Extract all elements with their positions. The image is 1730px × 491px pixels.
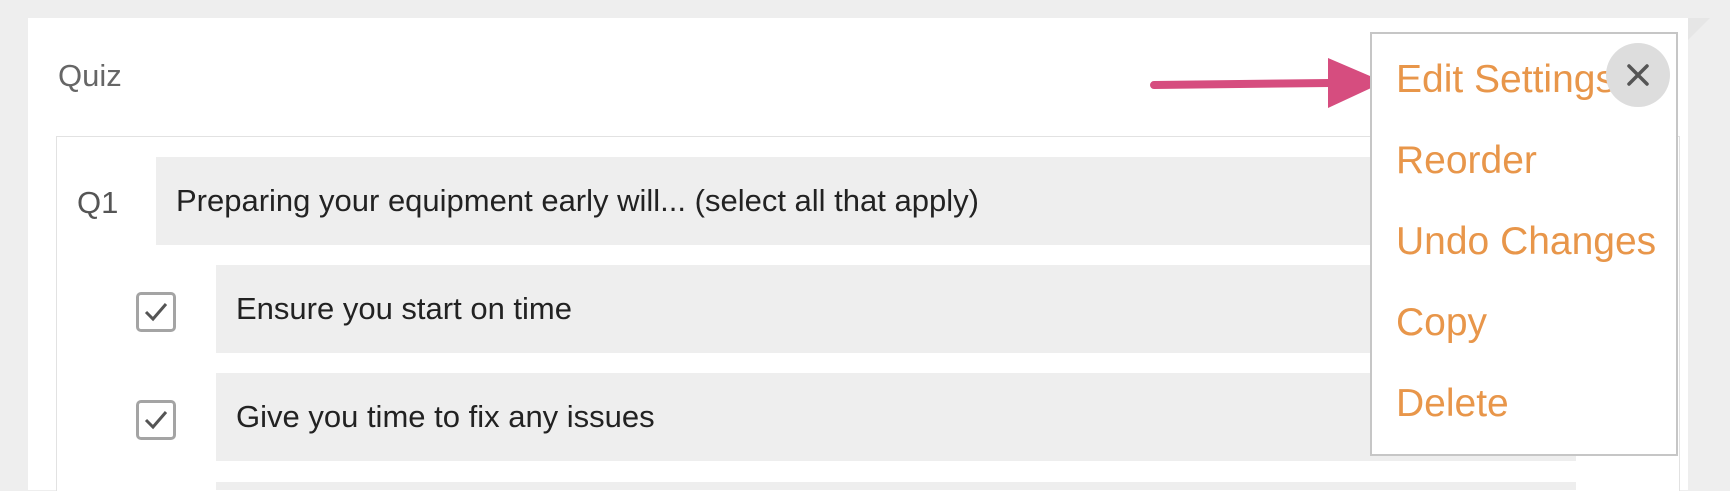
menu-item-reorder[interactable]: Reorder xyxy=(1396,139,1537,183)
quiz-title: Quiz xyxy=(58,58,122,93)
answer-text-field-partial[interactable] xyxy=(216,482,1576,490)
menu-item-undo-changes[interactable]: Undo Changes xyxy=(1396,220,1656,264)
pointer-arrow-icon xyxy=(1150,58,1384,108)
answer-checkbox[interactable] xyxy=(136,292,176,332)
menu-item-edit-settings[interactable]: Edit Settings xyxy=(1396,58,1615,102)
checkmark-icon xyxy=(144,303,168,322)
close-button[interactable] xyxy=(1606,43,1670,107)
menu-item-copy[interactable]: Copy xyxy=(1396,301,1487,345)
close-icon xyxy=(1627,64,1649,86)
answer-checkbox[interactable] xyxy=(136,400,176,440)
card-corner xyxy=(1688,18,1710,40)
menu-item-delete[interactable]: Delete xyxy=(1396,382,1509,426)
question-number: Q1 xyxy=(77,185,119,220)
question-text-field[interactable]: Preparing your equipment early will... (… xyxy=(156,157,1576,245)
checkmark-icon xyxy=(144,411,168,430)
